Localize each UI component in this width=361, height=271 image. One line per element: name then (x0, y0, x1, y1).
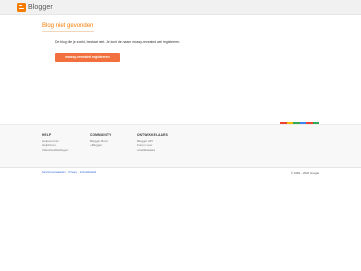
footer-column-community: COMMUNITY Blogger Buzz +Blogger (90, 133, 111, 148)
footer-link-developers[interactable]: ontwikkelaars (137, 148, 168, 152)
error-message: De blog die je zoekt, bestaat niet. Je k… (55, 40, 181, 44)
top-bar: Blogger (0, 0, 361, 15)
blogger-icon (17, 3, 26, 12)
separator: - (66, 171, 68, 174)
blogger-logo[interactable]: Blogger (17, 3, 53, 12)
separator: - (78, 171, 79, 174)
footer-heading-developers: ONTWIKKELAARS (137, 133, 168, 137)
footer-link-plus-blogger[interactable]: +Blogger (90, 143, 111, 147)
footer-column-help: HELP Helpcentrum Helpforum Videohandleid… (42, 133, 68, 152)
content-policy-link[interactable]: Inhoudsbeleid (80, 171, 96, 174)
footer-heading-help: HELP (42, 133, 52, 137)
page-title: Blog niet gevonden (42, 23, 94, 29)
footer-link-video-tutorials[interactable]: Videohandleidingen (42, 148, 68, 152)
copyright: © 1999 – 2020 Google (290, 171, 319, 175)
footer: HELP Helpcentrum Helpforum Videohandleid… (0, 124, 361, 167)
privacy-link[interactable]: Privacy (69, 171, 78, 174)
legal-bar: Servicevoorwaarden-Privacy-Inhoudsbeleid… (0, 167, 361, 178)
terms-link[interactable]: Servicevoorwaarden (42, 171, 66, 174)
register-blog-button[interactable]: mossy-revealed registreren (55, 53, 120, 62)
title-divider (42, 31, 94, 32)
footer-heading-community: COMMUNITY (90, 133, 112, 137)
brand-name: Blogger (28, 4, 53, 11)
legal-links: Servicevoorwaarden-Privacy-Inhoudsbeleid (42, 171, 96, 175)
footer-column-developers: ONTWIKKELAARS Blogger API Forum voor ont… (137, 133, 168, 152)
